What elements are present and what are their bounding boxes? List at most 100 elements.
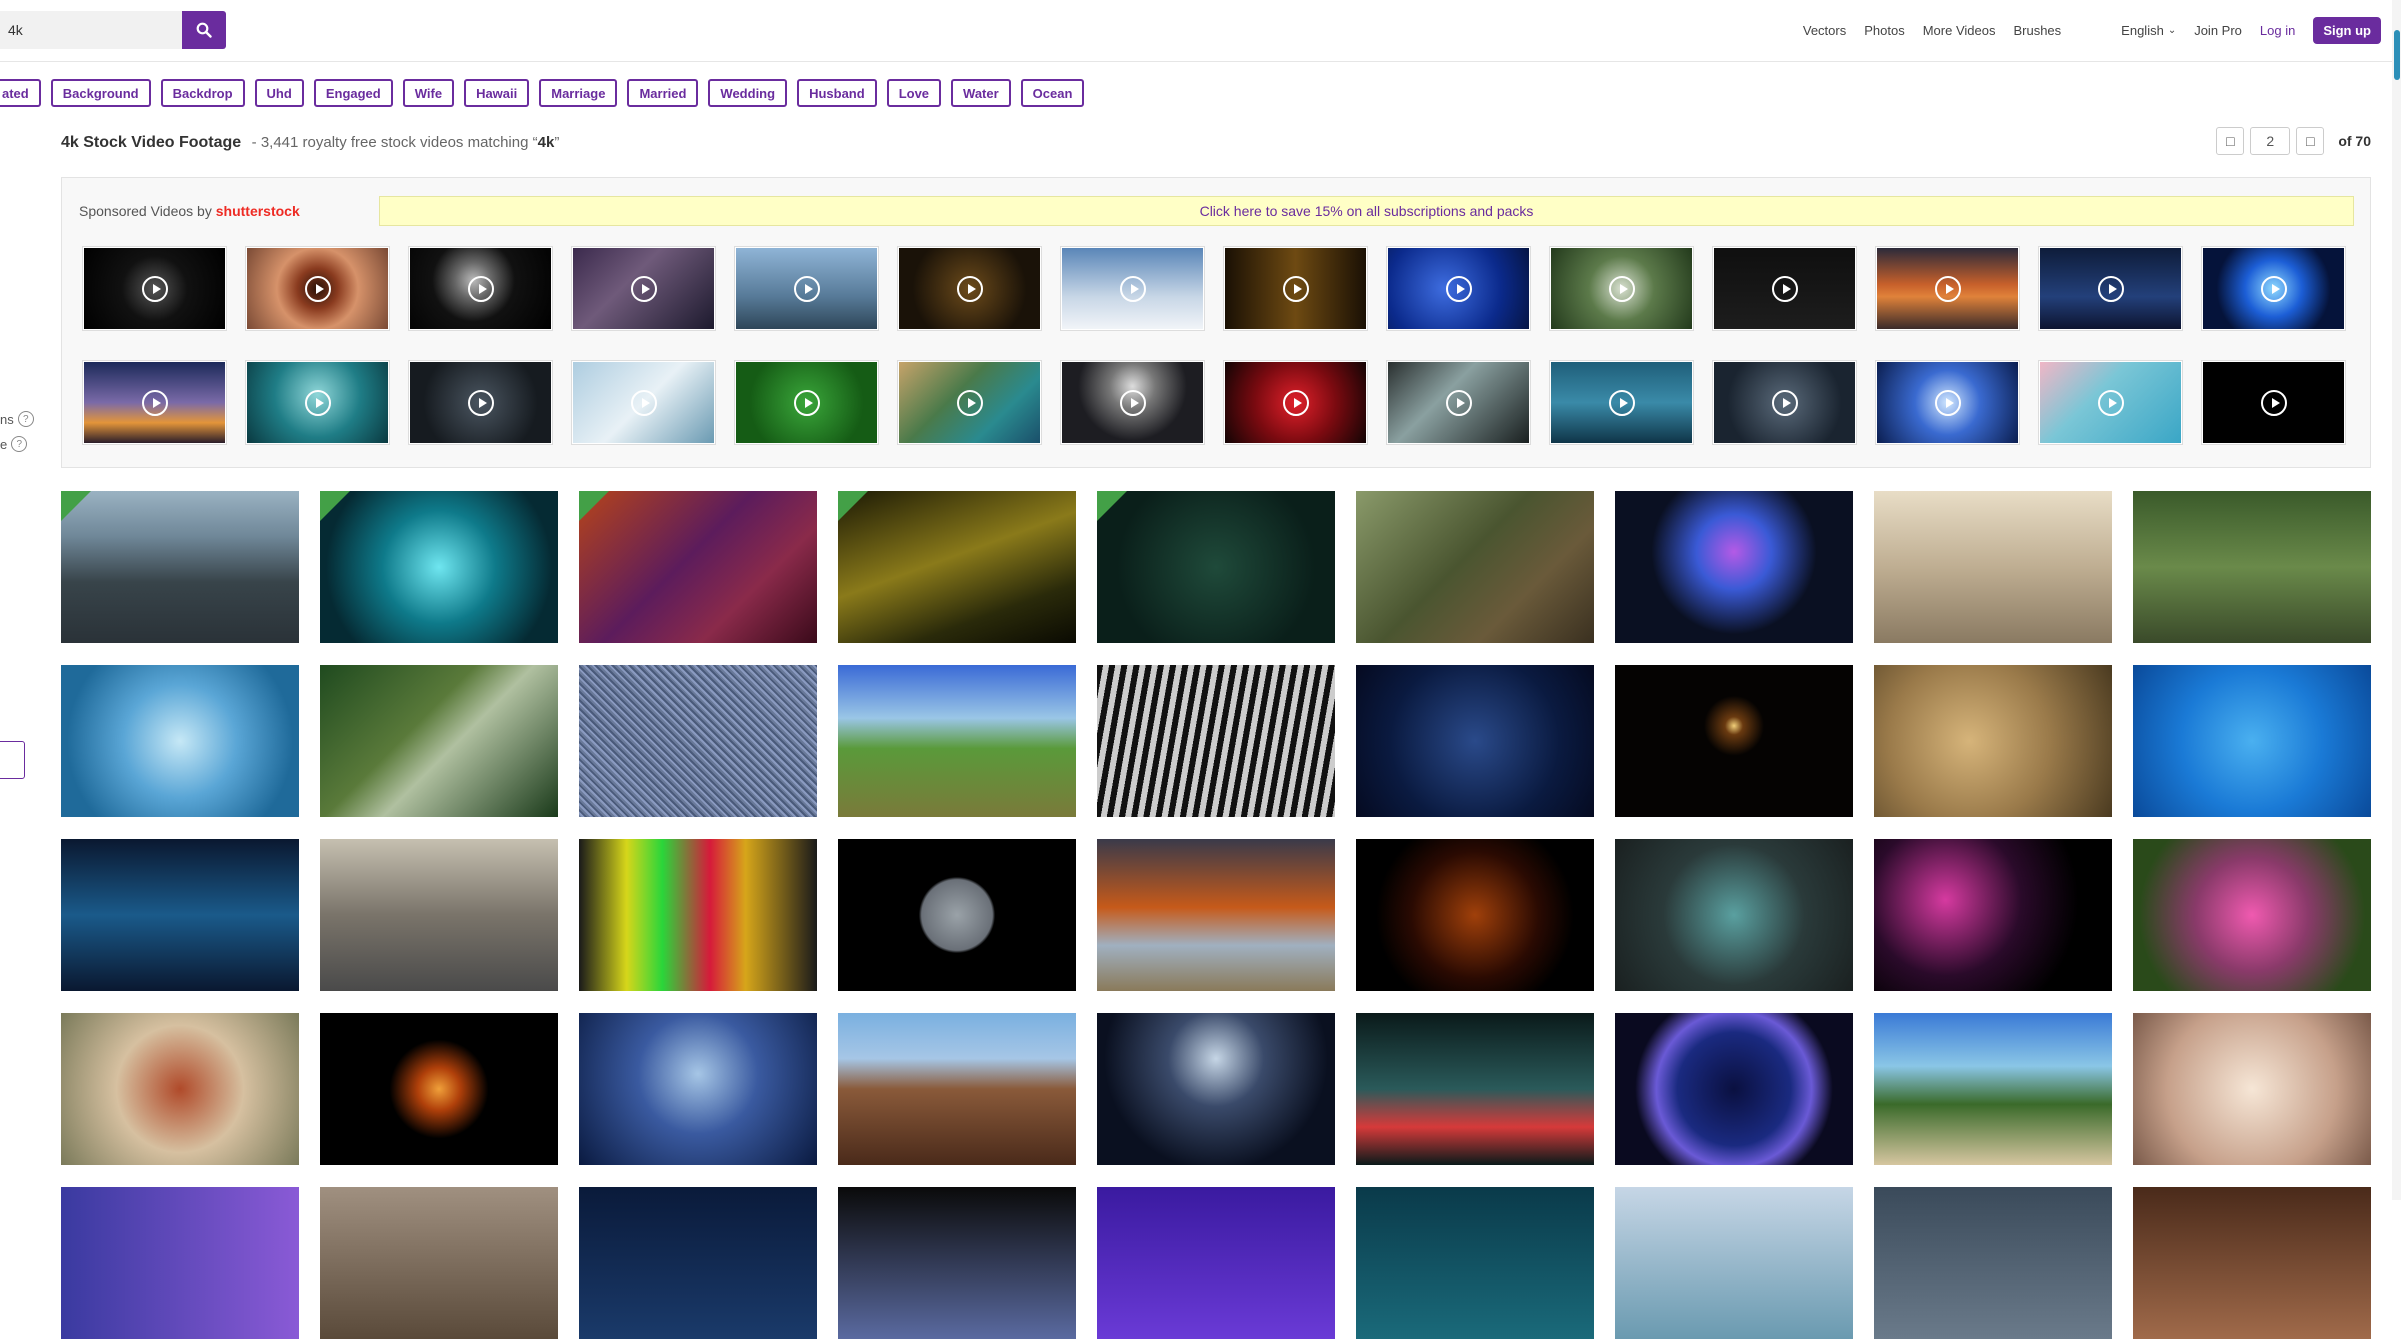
play-icon[interactable] bbox=[467, 389, 494, 416]
tag-button[interactable]: Love bbox=[886, 79, 942, 107]
video-thumbnail-zebras[interactable] bbox=[1097, 665, 1335, 817]
sponsored-video-glacier[interactable] bbox=[571, 360, 716, 445]
video-thumbnail-neon-grid[interactable] bbox=[1356, 1013, 1594, 1165]
sponsored-video-ocean-waves[interactable] bbox=[1549, 360, 1694, 445]
sponsored-video-gold-chevrons[interactable] bbox=[1223, 246, 1368, 331]
video-thumbnail-fireball[interactable] bbox=[320, 1013, 558, 1165]
play-icon[interactable] bbox=[630, 275, 657, 302]
video-thumbnail-purple-particles[interactable] bbox=[579, 491, 817, 643]
play-icon[interactable] bbox=[1608, 275, 1635, 302]
sponsored-video-forest-canopy[interactable] bbox=[1549, 246, 1694, 331]
sidebar-toggle[interactable] bbox=[0, 741, 25, 779]
video-thumbnail-sea-rocks[interactable] bbox=[61, 491, 299, 643]
shutterstock-logo[interactable]: shutterstock bbox=[216, 203, 300, 219]
video-thumbnail-neon-shape[interactable] bbox=[1615, 491, 1853, 643]
play-icon[interactable] bbox=[1445, 275, 1472, 302]
sponsored-video-night-city[interactable] bbox=[2038, 246, 2183, 331]
video-thumbnail-palm-beach[interactable] bbox=[1874, 1013, 2112, 1165]
play-icon[interactable] bbox=[1119, 389, 1146, 416]
video-thumbnail-orange-sparks[interactable] bbox=[1356, 839, 1594, 991]
sponsored-video-coast-aerial[interactable] bbox=[897, 360, 1042, 445]
video-thumbnail-moon[interactable] bbox=[838, 839, 1076, 991]
sponsored-video-skyline-dusk[interactable] bbox=[82, 360, 227, 445]
video-thumbnail-tropical-coast[interactable] bbox=[838, 665, 1076, 817]
play-icon[interactable] bbox=[1934, 275, 1961, 302]
play-icon[interactable] bbox=[304, 275, 331, 302]
video-thumbnail-hud-interface[interactable] bbox=[1615, 839, 1853, 991]
sponsored-video-clouds[interactable] bbox=[1060, 246, 1205, 331]
nav-link-more-videos[interactable]: More Videos bbox=[1923, 23, 1996, 38]
video-thumbnail-water-splash[interactable] bbox=[61, 665, 299, 817]
video-thumbnail-blue-polygons[interactable] bbox=[1356, 665, 1594, 817]
promo-banner[interactable]: Click here to save 15% on all subscripti… bbox=[379, 196, 2354, 226]
next-page-button[interactable]: □ bbox=[2296, 127, 2325, 155]
tag-button[interactable]: Wife bbox=[402, 79, 455, 107]
language-selector[interactable]: English ⌄ bbox=[2121, 23, 2176, 38]
video-thumbnail-row5-8[interactable] bbox=[1874, 1187, 2112, 1339]
play-icon[interactable] bbox=[1771, 275, 1798, 302]
tag-button[interactable]: Ocean bbox=[1020, 79, 1085, 107]
play-icon[interactable] bbox=[1934, 389, 1961, 416]
play-icon[interactable] bbox=[141, 389, 168, 416]
video-thumbnail-autumn-leaves[interactable] bbox=[61, 1013, 299, 1165]
video-thumbnail-row5-5[interactable] bbox=[1097, 1187, 1335, 1339]
sponsored-video-underwater-teal[interactable] bbox=[245, 360, 390, 445]
tag-button[interactable]: Background bbox=[50, 79, 151, 107]
sponsored-video-gold-particles[interactable] bbox=[897, 246, 1042, 331]
tag-button[interactable]: Backdrop bbox=[160, 79, 245, 107]
sponsored-video-dark-storm[interactable] bbox=[408, 360, 553, 445]
play-icon[interactable] bbox=[1282, 275, 1309, 302]
video-thumbnail-space-nebula[interactable] bbox=[579, 1013, 817, 1165]
video-thumbnail-row5-6[interactable] bbox=[1356, 1187, 1594, 1339]
play-icon[interactable] bbox=[1445, 389, 1472, 416]
play-icon[interactable] bbox=[1282, 389, 1309, 416]
video-thumbnail-white-tiger[interactable] bbox=[1874, 491, 2112, 643]
video-thumbnail-digital-waves[interactable] bbox=[61, 839, 299, 991]
video-thumbnail-pocket-watch[interactable] bbox=[1874, 665, 2112, 817]
help-icon[interactable]: ? bbox=[11, 436, 28, 452]
search-button[interactable] bbox=[182, 11, 226, 49]
video-thumbnail-color-bars[interactable] bbox=[579, 839, 817, 991]
video-thumbnail-row5-9[interactable] bbox=[2133, 1187, 2371, 1339]
page-scrollbar[interactable] bbox=[2392, 0, 2401, 1200]
sponsored-video-blue-abstract[interactable] bbox=[1386, 246, 1531, 331]
play-icon[interactable] bbox=[956, 275, 983, 302]
tag-button[interactable]: Wedding bbox=[708, 79, 788, 107]
search-input[interactable] bbox=[0, 11, 182, 49]
tag-button[interactable]: Water bbox=[951, 79, 1011, 107]
video-thumbnail-mountain[interactable] bbox=[838, 1013, 1076, 1165]
login-link[interactable]: Log in bbox=[2260, 23, 2295, 38]
play-icon[interactable] bbox=[1608, 389, 1635, 416]
sponsored-video-sunset-ocean[interactable] bbox=[1875, 246, 2020, 331]
play-icon[interactable] bbox=[141, 275, 168, 302]
sponsored-video-storm-clouds[interactable] bbox=[1712, 360, 1857, 445]
video-thumbnail-row5-2[interactable] bbox=[320, 1187, 558, 1339]
video-thumbnail-green-bokeh[interactable] bbox=[1097, 491, 1335, 643]
video-thumbnail-forest-stream[interactable] bbox=[320, 665, 558, 817]
play-icon[interactable] bbox=[1771, 389, 1798, 416]
video-thumbnail-candle[interactable] bbox=[1615, 665, 1853, 817]
video-thumbnail-fireworks[interactable] bbox=[1874, 839, 2112, 991]
sponsored-video-dark-particles-ring[interactable] bbox=[82, 246, 227, 331]
video-thumbnail-tv-static[interactable] bbox=[579, 665, 817, 817]
play-icon[interactable] bbox=[793, 275, 820, 302]
video-thumbnail-black-bears[interactable] bbox=[2133, 491, 2371, 643]
sponsored-video-green-leaves[interactable] bbox=[734, 360, 879, 445]
video-thumbnail-row5-1[interactable] bbox=[61, 1187, 299, 1339]
sponsored-video-turquoise-water[interactable] bbox=[2038, 360, 2183, 445]
sponsored-video-blue-ring[interactable] bbox=[2201, 246, 2346, 331]
sponsored-video-moon-clouds[interactable] bbox=[1060, 360, 1205, 445]
tag-button[interactable]: Marriage bbox=[539, 79, 618, 107]
join-pro-link[interactable]: Join Pro bbox=[2194, 23, 2242, 38]
video-thumbnail-blue-orb[interactable] bbox=[1615, 1013, 1853, 1165]
signup-button[interactable]: Sign up bbox=[2313, 17, 2381, 44]
video-thumbnail-autumn-tree[interactable] bbox=[1097, 839, 1335, 991]
video-thumbnail-rooster[interactable] bbox=[1356, 491, 1594, 643]
play-icon[interactable] bbox=[2097, 275, 2124, 302]
video-thumbnail-cyan-tunnel[interactable] bbox=[320, 491, 558, 643]
video-thumbnail-pink-flowers[interactable] bbox=[2133, 839, 2371, 991]
video-thumbnail-row5-4[interactable] bbox=[838, 1187, 1076, 1339]
play-icon[interactable] bbox=[956, 389, 983, 416]
sponsored-video-city-skyline[interactable] bbox=[734, 246, 879, 331]
tag-button[interactable]: Married bbox=[627, 79, 699, 107]
